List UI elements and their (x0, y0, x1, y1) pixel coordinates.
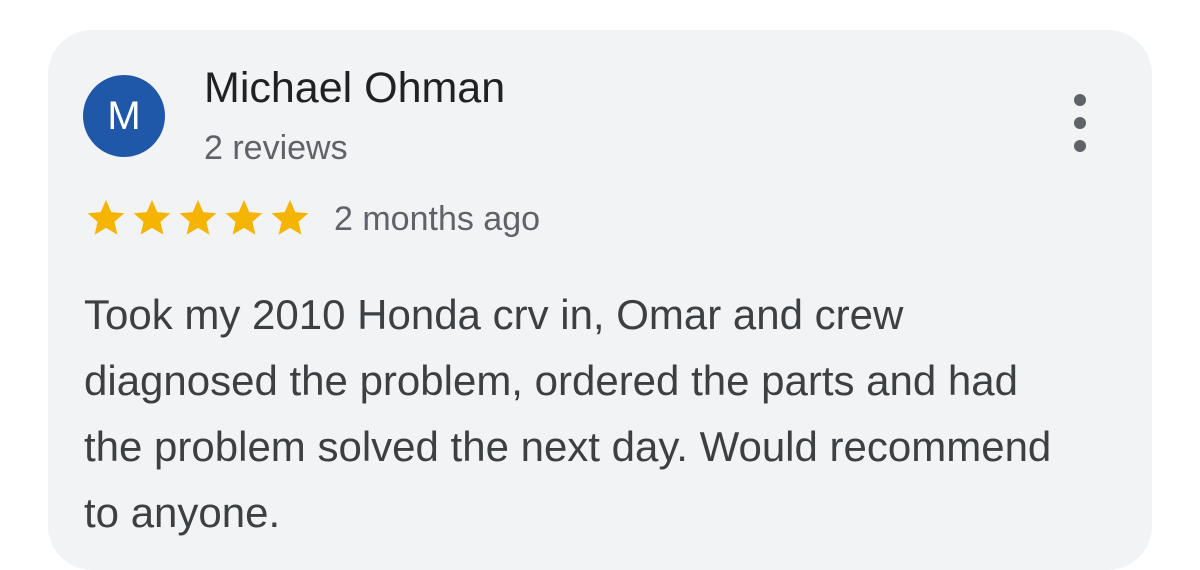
more-vert-icon-dot (1074, 117, 1086, 129)
review-text: Took my 2010 Honda crv in, Omar and crew… (84, 291, 1052, 536)
more-vert-icon (1074, 94, 1086, 106)
star-icon (87, 200, 125, 235)
more-options-button[interactable] (1058, 94, 1102, 152)
star-icon (179, 200, 217, 235)
star-icon (133, 200, 171, 235)
review-time: 2 months ago (334, 200, 541, 238)
star-icon (271, 200, 309, 235)
star-rating (84, 196, 312, 240)
avatar[interactable]: M (83, 75, 165, 157)
author-name[interactable]: Michael Ohman (204, 64, 505, 113)
more-vert-icon-dot (1074, 140, 1086, 152)
avatar-letter: M (107, 94, 141, 138)
star-icon (225, 200, 263, 235)
author-review-count[interactable]: 2 reviews (204, 129, 348, 168)
